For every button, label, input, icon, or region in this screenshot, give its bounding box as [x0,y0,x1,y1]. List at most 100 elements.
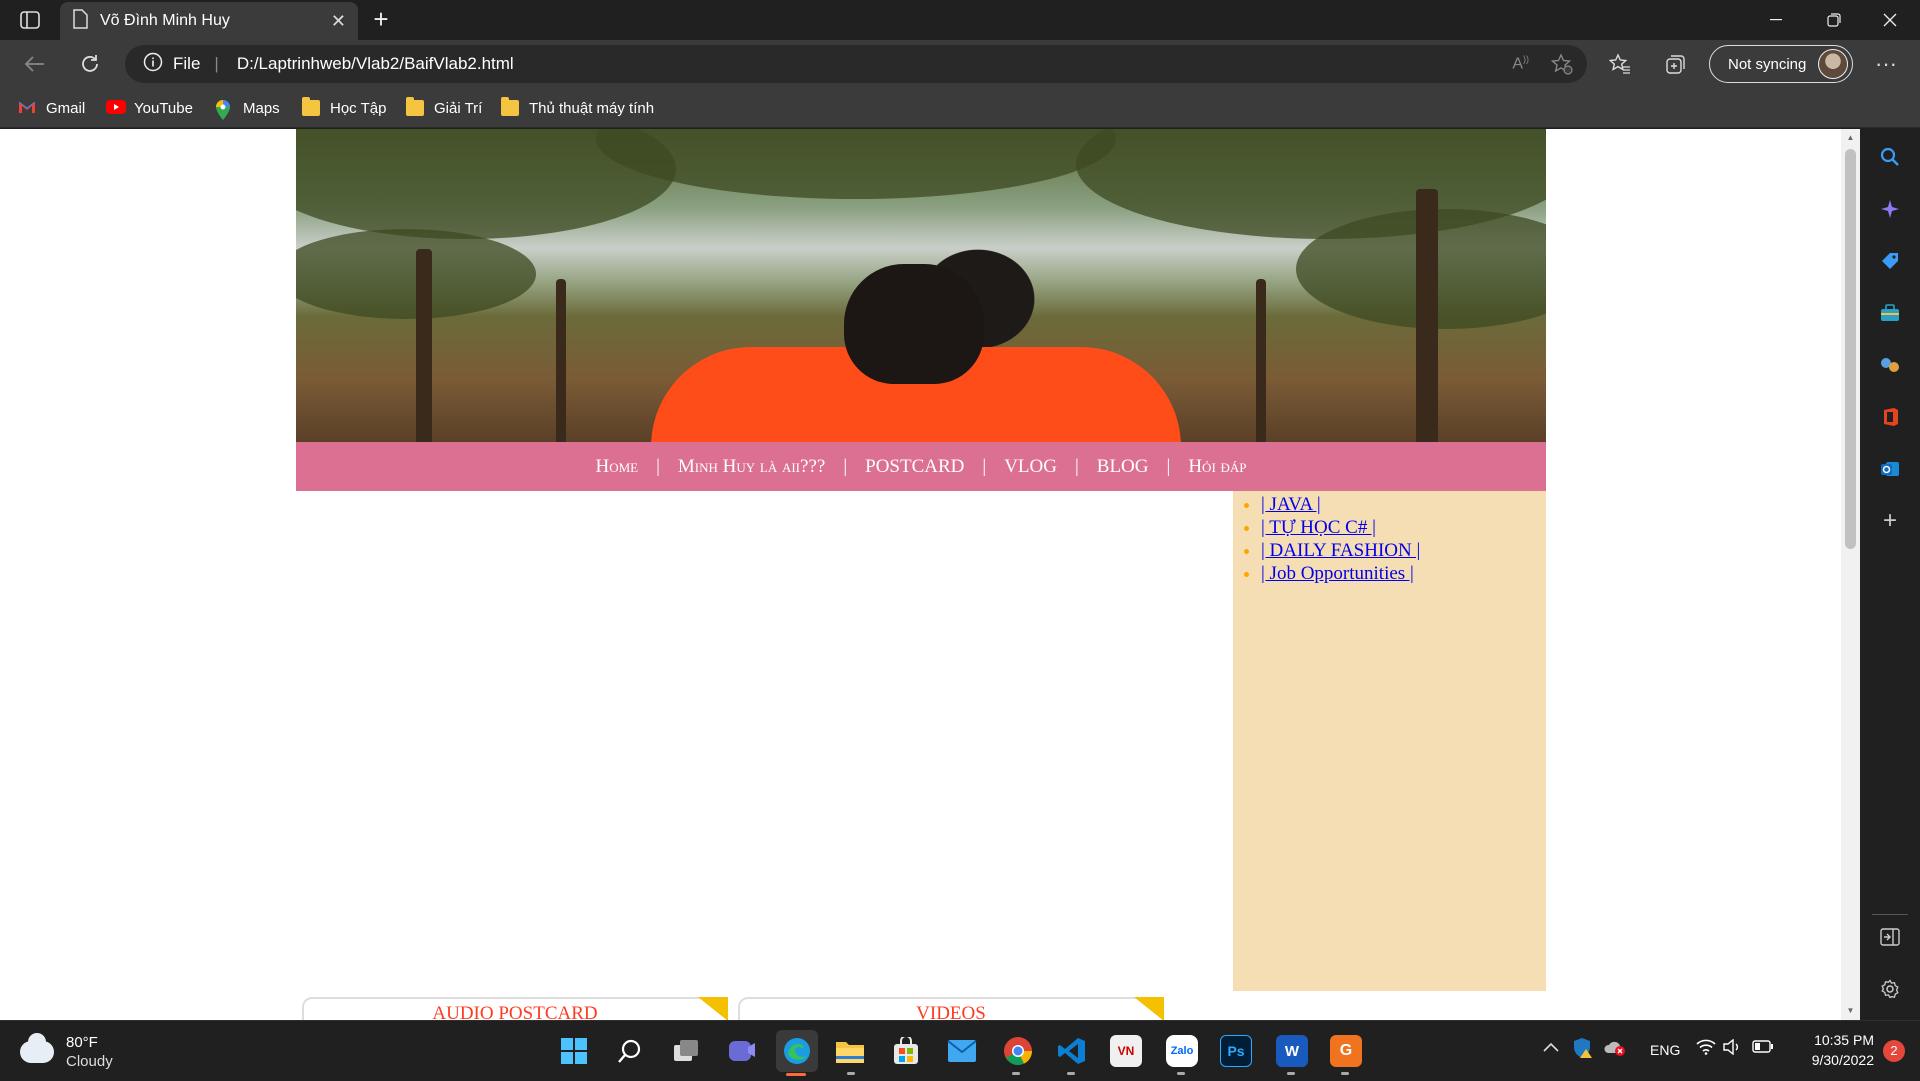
minimize-icon[interactable] [1756,6,1796,34]
games-icon[interactable] [1878,353,1902,377]
nav-about[interactable]: Minh Huy là aii??? [660,456,843,478]
tools-icon[interactable] [1878,301,1902,325]
browser-toolbar: File | D:/Laptrinhweb/Vlab2/BaifVlab2.ht… [0,40,1920,88]
address-bar[interactable]: File | D:/Laptrinhweb/Vlab2/BaifVlab2.ht… [125,45,1587,83]
mail-icon[interactable] [946,1035,978,1067]
file-explorer-icon[interactable] [834,1035,866,1067]
folder-icon [501,97,519,116]
scroll-down-icon[interactable]: ▼ [1845,1006,1856,1016]
word-icon[interactable]: W [1276,1035,1308,1067]
address-separator: | [214,54,219,73]
office-icon[interactable] [1878,405,1902,429]
taskbar: 80°F Cloudy VN Zalo Ps W G ENG 10:35 PM … [0,1020,1920,1080]
add-favorite-icon[interactable] [1550,53,1573,80]
new-tab-button[interactable]: + [368,6,394,32]
bookmark-folder-hoc-tap[interactable]: Học Tập [302,97,386,119]
nav-blog[interactable]: BLOG [1079,456,1167,478]
outlook-icon[interactable] [1878,457,1902,481]
nav-hoi-dap[interactable]: Hỏi đáp [1170,456,1264,478]
list-item: | Job Opportunities | [1261,562,1546,585]
store-icon[interactable] [890,1035,922,1067]
add-icon[interactable]: + [1878,507,1902,534]
page-icon [72,8,88,34]
sidebar-links: | JAVA | | TỰ HỌC C# | | DAILY FASHION |… [1233,491,1546,991]
wifi-icon[interactable] [1696,1039,1716,1058]
chat-icon[interactable] [726,1035,758,1067]
active-indicator [786,1073,806,1076]
list-item: | TỰ HỌC C# | [1261,516,1546,539]
bookmark-maps[interactable]: Maps [215,97,280,120]
hide-sidebar-icon[interactable] [1878,925,1902,949]
browser-tab[interactable]: Võ Đình Minh Huy ✕ [60,2,358,40]
audio-postcard-card[interactable]: AUDIO POSTCARD [302,997,728,1020]
web-page: Home | Minh Huy là aii??? | POSTCARD | V… [296,129,1546,1020]
chevron-up-icon[interactable] [1543,1039,1559,1055]
restore-icon[interactable] [1814,6,1854,34]
close-tab-icon[interactable]: ✕ [331,11,346,32]
gmail-icon [18,100,36,116]
clock[interactable]: 10:35 PM 9/30/2022 [1796,1030,1874,1070]
link-java[interactable]: | JAVA | [1261,494,1321,515]
shopping-tag-icon[interactable] [1878,249,1902,273]
banner-image [296,129,1546,442]
battery-icon[interactable] [1752,1040,1774,1056]
title-bar: Võ Đình Minh Huy ✕ + [0,0,1920,40]
edge-taskbar-icon[interactable] [776,1030,818,1072]
unikey-icon[interactable]: VN [1110,1035,1142,1067]
link-job-opportunities[interactable]: | Job Opportunities | [1261,563,1414,584]
weather-widget[interactable]: 80°F Cloudy [20,1033,113,1071]
bookmark-folder-thu-thuat[interactable]: Thủ thuật máy tính [501,97,654,119]
settings-icon[interactable] [1878,977,1902,1001]
tab-actions-icon[interactable] [12,8,48,32]
address-url[interactable]: D:/Laptrinhweb/Vlab2/BaifVlab2.html [237,54,514,74]
info-icon[interactable] [143,52,163,77]
collections-icon[interactable] [1662,50,1690,78]
language-indicator[interactable]: ENG [1650,1042,1680,1058]
sync-button[interactable]: Not syncing [1709,45,1853,83]
back-icon[interactable] [20,50,48,78]
search-icon[interactable] [1878,145,1902,169]
tab-title: Võ Đình Minh Huy [100,12,230,29]
defender-icon[interactable] [1573,1037,1595,1062]
copilot-icon[interactable] [1878,197,1902,221]
page-scrollbar[interactable]: ▲ ▼ [1841,129,1860,1020]
bookmark-youtube[interactable]: YouTube [106,97,193,119]
scroll-thumb[interactable] [1845,149,1856,549]
folder-icon [302,97,320,116]
task-view-icon[interactable] [670,1035,702,1067]
nav-vlog[interactable]: VLOG [986,456,1075,478]
refresh-icon[interactable] [76,50,104,78]
bookmark-gmail[interactable]: Gmail [18,97,85,119]
volume-icon[interactable] [1723,1038,1743,1058]
read-aloud-icon[interactable]: A)) [1512,54,1529,73]
photoshop-icon[interactable]: Ps [1220,1035,1252,1067]
bookmarks-bar: Gmail YouTube Maps Học Tập Giải Trí Thủ … [0,88,1920,128]
bookmark-folder-giai-tri[interactable]: Giải Trí [406,97,482,119]
maps-icon [215,100,233,120]
nav-postcard[interactable]: POSTCARD [847,456,982,478]
nav-home[interactable]: Home [577,456,656,478]
page-viewport: Home | Minh Huy là aii??? | POSTCARD | V… [0,129,1841,1020]
clock-time: 10:35 PM [1814,1032,1874,1048]
favorites-icon[interactable] [1606,50,1634,78]
zalo-icon[interactable]: Zalo [1166,1035,1198,1067]
link-daily-fashion[interactable]: | DAILY FASHION | [1261,540,1420,561]
foxit-icon[interactable]: G [1330,1035,1362,1067]
vscode-icon[interactable] [1056,1035,1088,1067]
clock-date: 9/30/2022 [1811,1052,1874,1068]
notification-badge[interactable]: 2 [1883,1040,1905,1062]
cloud-icon [20,1033,54,1063]
scroll-up-icon[interactable]: ▲ [1845,133,1856,143]
search-taskbar-icon[interactable] [614,1035,646,1067]
link-tu-hoc-csharp[interactable]: | TỰ HỌC C# | [1261,517,1376,538]
videos-card[interactable]: VIDEOS [738,997,1164,1020]
more-icon[interactable]: ··· [1872,50,1900,78]
onedrive-icon[interactable] [1603,1039,1627,1060]
sidebar-divider [1872,914,1908,915]
close-window-icon[interactable] [1870,6,1910,34]
weather-desc: Cloudy [66,1053,113,1070]
main-nav: Home | Minh Huy là aii??? | POSTCARD | V… [296,442,1546,491]
address-scheme-label: File [173,54,201,73]
chrome-icon[interactable] [1002,1035,1034,1067]
start-icon[interactable] [558,1035,590,1067]
